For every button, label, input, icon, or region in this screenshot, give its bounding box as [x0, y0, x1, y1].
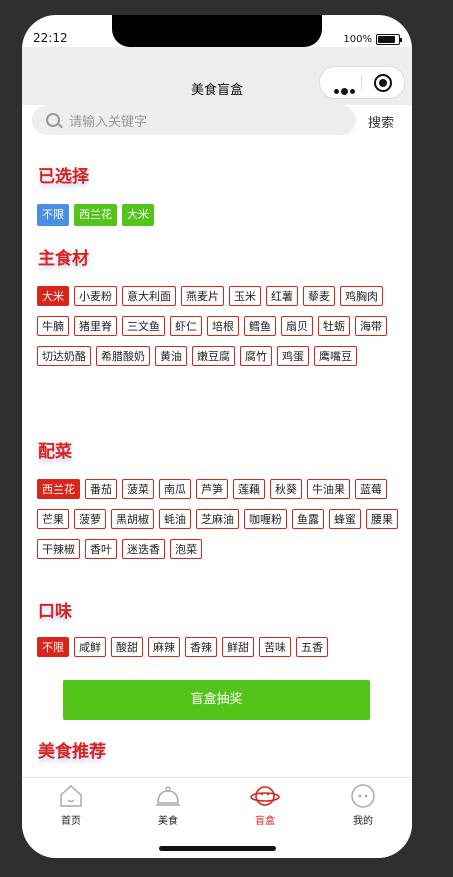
main-ingredient-tag[interactable]: 黄油 — [155, 346, 187, 366]
main-ingredients-tags: 大米 小麦粉 意大利面 燕麦片 玉米 红薯 藜麦 鸡胸肉牛腩 猪里脊 三文鱼 虾仁 培根 鳕鱼 扇贝 牡蛎海… — [37, 286, 402, 366]
flavor-tag[interactable]: 咸鲜 — [74, 637, 106, 657]
side-dish-tag[interactable]: 香叶 — [85, 539, 117, 559]
side-dish-tag[interactable]: 菠萝 — [74, 509, 106, 529]
flavors-tags: 不限 咸鲜 酸甜 麻辣 香辣 鲜甜 苦味 五香 — [37, 637, 402, 657]
search-icon — [46, 113, 60, 127]
food-cloche-icon — [156, 786, 180, 806]
battery-icon — [376, 34, 402, 45]
close-target-icon[interactable] — [374, 74, 392, 92]
side-dish-tag[interactable]: 芒果 — [37, 509, 69, 529]
main-ingredient-tag[interactable]: 牡蛎 — [318, 316, 350, 336]
main-ingredient-tag[interactable]: 腐竹 — [240, 346, 272, 366]
main-ingredient-tag[interactable]: 海带 — [355, 316, 387, 336]
main-ingredient-tag[interactable]: 希腊酸奶 — [96, 346, 150, 366]
search-button[interactable]: 搜索 — [368, 112, 394, 131]
selected-tags: 不限 西兰花 大米 — [37, 204, 402, 226]
side-dish-tag[interactable]: 秋葵 — [270, 479, 302, 499]
notch — [112, 15, 322, 47]
main-ingredient-tag[interactable]: 虾仁 — [170, 316, 202, 336]
side-dish-tag[interactable]: 莲藕 — [233, 479, 265, 499]
side-dish-tag[interactable]: 腰果 — [366, 509, 398, 529]
tab-food[interactable]: 美食 — [138, 783, 198, 827]
main-ingredients-title: 主食材 — [38, 249, 89, 269]
main-ingredient-tag[interactable]: 意大利面 — [122, 286, 176, 306]
status-time: 22:12 — [33, 31, 68, 45]
main-ingredient-tag[interactable]: 红薯 — [266, 286, 298, 306]
tab-blind-box[interactable]: 盲盒 — [235, 783, 295, 827]
side-dish-tag[interactable]: 迷迭香 — [122, 539, 165, 559]
flavors-title: 口味 — [38, 602, 72, 622]
home-indicator — [159, 846, 276, 851]
side-dish-tag[interactable]: 菠菜 — [122, 479, 154, 499]
tab-profile-label: 我的 — [353, 816, 373, 827]
main-ingredient-tag[interactable]: 鸡蛋 — [277, 346, 309, 366]
side-dish-tag[interactable]: 牛油果 — [307, 479, 350, 499]
side-dish-tag[interactable]: 鱼露 — [292, 509, 324, 529]
flavor-tag[interactable]: 五香 — [296, 637, 328, 657]
flavor-tag[interactable]: 不限 — [37, 637, 69, 657]
phone-screen: 22:12 100% 美食盲盒 请输入关键字 搜索 已选择 不限 西兰花 大米 主食… — [22, 15, 412, 858]
side-dish-tag[interactable]: 芝麻油 — [196, 509, 239, 529]
side-dish-tag[interactable]: 蜂蜜 — [329, 509, 361, 529]
main-ingredient-tag[interactable]: 鹰嘴豆 — [314, 346, 357, 366]
search-input[interactable]: 请输入关键字 — [32, 105, 356, 135]
more-icon[interactable] — [334, 79, 357, 98]
flavor-tag[interactable]: 麻辣 — [148, 637, 180, 657]
side-dish-tag[interactable]: 芦笋 — [196, 479, 228, 499]
status-battery: 100% — [343, 34, 402, 45]
main-ingredient-tag[interactable]: 三文鱼 — [122, 316, 165, 336]
mini-program-capsule — [319, 66, 405, 99]
side-dish-tag[interactable]: 黑胡椒 — [111, 509, 154, 529]
main-ingredient-tag[interactable]: 大米 — [37, 286, 69, 306]
side-dish-tag[interactable]: 南瓜 — [159, 479, 191, 499]
main-ingredient-tag[interactable]: 扇贝 — [281, 316, 313, 336]
flavor-tag[interactable]: 鲜甜 — [222, 637, 254, 657]
side-dishes-tags: 西兰花 番茄 菠菜 南瓜 芦笋 莲藕 秋葵 牛油果 蓝莓芒果 菠萝 黑胡椒 蚝油 芝麻油 咖喱粉 鱼露 蜂蜜腰… — [37, 479, 402, 559]
main-ingredient-tag[interactable]: 藜麦 — [303, 286, 335, 306]
main-ingredient-tag[interactable]: 鸡胸肉 — [340, 286, 383, 306]
selected-tag[interactable]: 不限 — [37, 204, 69, 226]
main-ingredient-tag[interactable]: 牛腩 — [37, 316, 69, 336]
side-dish-tag[interactable]: 干辣椒 — [37, 539, 80, 559]
side-dish-tag[interactable]: 番茄 — [85, 479, 117, 499]
search-bar: 请输入关键字 搜索 — [22, 105, 412, 141]
recommend-title: 美食推荐 — [38, 742, 106, 762]
selected-tag[interactable]: 大米 — [122, 204, 154, 226]
tab-food-label: 美食 — [158, 816, 178, 827]
side-dish-tag[interactable]: 蚝油 — [159, 509, 191, 529]
blind-box-icon — [250, 786, 280, 806]
main-ingredient-tag[interactable]: 培根 — [207, 316, 239, 336]
selected-title: 已选择 — [38, 167, 89, 187]
side-dish-tag[interactable]: 蓝莓 — [355, 479, 387, 499]
tab-blind-box-label: 盲盒 — [255, 816, 275, 827]
selected-tag[interactable]: 西兰花 — [74, 204, 117, 226]
main-ingredient-tag[interactable]: 燕麦片 — [181, 286, 224, 306]
side-dish-tag[interactable]: 西兰花 — [37, 479, 80, 499]
flavor-tag[interactable]: 酸甜 — [111, 637, 143, 657]
profile-icon — [351, 784, 375, 808]
main-ingredient-tag[interactable]: 小麦粉 — [74, 286, 117, 306]
main-ingredient-tag[interactable]: 猪里脊 — [74, 316, 117, 336]
side-dishes-title: 配菜 — [38, 442, 72, 462]
main-ingredient-tag[interactable]: 鳕鱼 — [244, 316, 276, 336]
side-dish-tag[interactable]: 泡菜 — [170, 539, 202, 559]
flavor-tag[interactable]: 苦味 — [259, 637, 291, 657]
tab-home-label: 首页 — [61, 816, 81, 827]
main-ingredient-tag[interactable]: 嫩豆腐 — [192, 346, 235, 366]
main-ingredient-tag[interactable]: 玉米 — [229, 286, 261, 306]
side-dish-tag[interactable]: 咖喱粉 — [244, 509, 287, 529]
search-placeholder: 请输入关键字 — [69, 115, 148, 130]
home-icon — [60, 784, 82, 807]
blind-box-draw-button[interactable]: 盲盒抽奖 — [63, 680, 370, 720]
tab-profile[interactable]: 我的 — [333, 783, 393, 827]
main-ingredient-tag[interactable]: 切达奶酪 — [37, 346, 91, 366]
flavor-tag[interactable]: 香辣 — [185, 637, 217, 657]
tab-home[interactable]: 首页 — [41, 783, 101, 827]
battery-label: 100% — [343, 34, 372, 45]
capsule-divider — [361, 75, 362, 90]
